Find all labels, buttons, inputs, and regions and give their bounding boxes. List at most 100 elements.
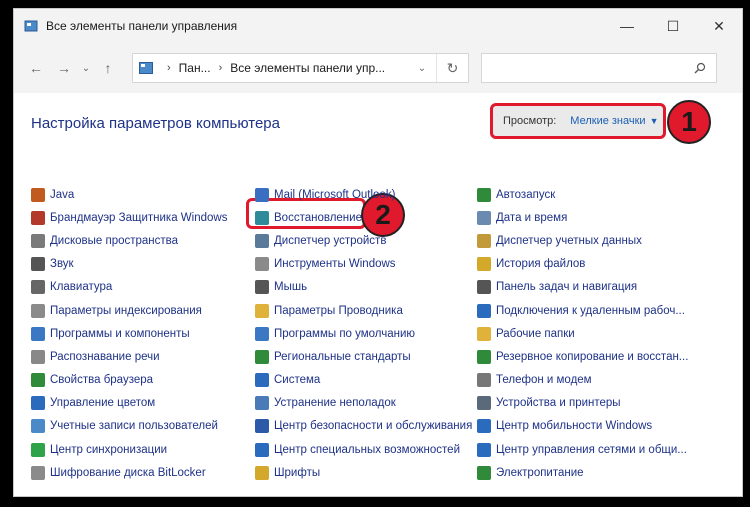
- back-button[interactable]: ←: [22, 54, 50, 82]
- address-dropdown-button[interactable]: ⌄: [408, 63, 436, 74]
- control-panel-item[interactable]: Шифрование диска BitLocker: [31, 461, 227, 484]
- up-button[interactable]: ↑: [94, 54, 122, 82]
- step-badge-1: 1: [667, 100, 711, 144]
- column-2: Mail (Microsoft Outlook) Восстановление Ди…: [255, 183, 472, 484]
- item-label: Устройства и принтеры: [496, 397, 621, 410]
- item-label: Подключения к удаленным рабоч...: [496, 304, 685, 317]
- device-manager-icon: [255, 233, 269, 248]
- view-label: Просмотр:: [503, 115, 557, 127]
- item-label: Электропитание: [496, 466, 584, 479]
- control-panel-item[interactable]: Управление цветом: [31, 392, 227, 415]
- control-panel-item[interactable]: Рабочие папки: [477, 322, 688, 345]
- control-panel-item[interactable]: История файлов: [477, 253, 688, 276]
- control-panel-item[interactable]: Распознавание речи: [31, 345, 227, 368]
- search-input[interactable]: [481, 53, 717, 83]
- firewall-icon: [31, 210, 45, 225]
- tools-icon: [255, 257, 269, 272]
- item-label: Центр безопасности и обслуживания: [274, 420, 473, 433]
- remote-desktop-icon: [477, 303, 491, 318]
- network-icon: [477, 442, 491, 457]
- system-icon: [255, 373, 269, 388]
- file-history-icon: [477, 257, 491, 272]
- item-label: Инструменты Windows: [274, 258, 396, 271]
- mobility-icon: [477, 419, 491, 434]
- breadcrumb-control-panel[interactable]: Пан...: [179, 61, 211, 75]
- control-panel-item[interactable]: Звук: [31, 253, 227, 276]
- control-panel-item[interactable]: Восстановление: [255, 206, 472, 229]
- control-panel-item[interactable]: Программы по умолчанию: [255, 322, 472, 345]
- control-panel-item[interactable]: Электропитание: [477, 461, 688, 484]
- navigation-bar: ← → ⌄ ↑ › Пан... › Все элементы панели у…: [14, 43, 742, 93]
- mouse-icon: [255, 280, 269, 295]
- control-panel-item[interactable]: Центр безопасности и обслуживания: [255, 415, 472, 438]
- control-panel-item[interactable]: Шрифты: [255, 461, 472, 484]
- mail-icon: [255, 187, 269, 202]
- control-panel-item[interactable]: Диспетчер учетных данных: [477, 229, 688, 252]
- view-selector[interactable]: Просмотр: Мелкие значки ▼: [490, 103, 666, 139]
- recent-locations-button[interactable]: ⌄: [78, 54, 94, 82]
- item-label: История файлов: [496, 258, 586, 271]
- item-label: Шифрование диска BitLocker: [50, 466, 206, 479]
- globe-icon: [31, 373, 45, 388]
- item-label: Дисковые пространства: [50, 234, 179, 247]
- bitlocker-icon: [31, 465, 45, 480]
- microphone-icon: [31, 349, 45, 364]
- control-panel-item[interactable]: Региональные стандарты: [255, 345, 472, 368]
- control-panel-item[interactable]: Система: [255, 369, 472, 392]
- breadcrumb-all-items[interactable]: Все элементы панели упр...: [230, 61, 385, 75]
- control-panel-item[interactable]: Центр специальных возможностей: [255, 438, 472, 461]
- work-folders-icon: [477, 326, 491, 341]
- control-panel-item[interactable]: Мышь: [255, 276, 472, 299]
- item-label: Дата и время: [496, 211, 568, 224]
- control-panel-item[interactable]: Дата и время: [477, 206, 688, 229]
- item-label: Система: [274, 374, 321, 387]
- item-label: Диспетчер устройств: [274, 234, 387, 247]
- forward-button[interactable]: →: [50, 54, 78, 82]
- close-button[interactable]: ✕: [696, 9, 742, 43]
- control-panel-item[interactable]: Телефон и модем: [477, 369, 688, 392]
- control-panel-item[interactable]: Устранение неполадок: [255, 392, 472, 415]
- control-panel-item[interactable]: Устройства и принтеры: [477, 392, 688, 415]
- storage-icon: [31, 233, 45, 248]
- item-label: Звук: [50, 258, 74, 271]
- control-panel-icon: [24, 19, 38, 33]
- maximize-button[interactable]: ☐: [650, 9, 696, 43]
- control-panel-item[interactable]: Панель задач и навигация: [477, 276, 688, 299]
- troubleshoot-icon: [255, 396, 269, 411]
- control-panel-item[interactable]: Автозапуск: [477, 183, 688, 206]
- crumb-separator-icon: ›: [218, 62, 223, 74]
- control-panel-item[interactable]: Свойства браузера: [31, 369, 227, 392]
- item-label: Резервное копирование и восстан...: [496, 350, 689, 363]
- control-panel-item[interactable]: Центр мобильности Windows: [477, 415, 688, 438]
- item-label: Программы и компоненты: [50, 327, 190, 340]
- control-panel-item[interactable]: Центр управления сетями и общи...: [477, 438, 688, 461]
- region-icon: [255, 349, 269, 364]
- sync-icon: [31, 442, 45, 457]
- control-panel-item[interactable]: Java: [31, 183, 227, 206]
- item-label: Свойства браузера: [50, 374, 154, 387]
- view-mode-dropdown[interactable]: Мелкие значки: [570, 115, 645, 127]
- security-flag-icon: [255, 419, 269, 434]
- control-panel-item[interactable]: Диспетчер устройств: [255, 229, 472, 252]
- control-panel-item[interactable]: Брандмауэр Защитника Windows: [31, 206, 227, 229]
- item-label: Распознавание речи: [50, 350, 160, 363]
- item-label: Программы по умолчанию: [274, 327, 416, 340]
- control-panel-item[interactable]: Дисковые пространства: [31, 229, 227, 252]
- item-label: Параметры Проводника: [274, 304, 403, 317]
- item-label: Java: [50, 188, 75, 201]
- control-panel-item[interactable]: Учетные записи пользователей: [31, 415, 227, 438]
- control-panel-item[interactable]: Параметры индексирования: [31, 299, 227, 322]
- control-panel-item[interactable]: Подключения к удаленным рабоч...: [477, 299, 688, 322]
- control-panel-item[interactable]: Программы и компоненты: [31, 322, 227, 345]
- control-panel-item[interactable]: Mail (Microsoft Outlook): [255, 183, 472, 206]
- address-field[interactable]: › Пан... › Все элементы панели упр... ⌄ …: [132, 53, 469, 83]
- control-panel-item[interactable]: Резервное копирование и восстан...: [477, 345, 688, 368]
- item-label: Центр синхронизации: [50, 443, 168, 456]
- control-panel-item[interactable]: Параметры Проводника: [255, 299, 472, 322]
- refresh-button[interactable]: ↻: [436, 54, 468, 82]
- control-panel-item[interactable]: Инструменты Windows: [255, 253, 472, 276]
- control-panel-item[interactable]: Центр синхронизации: [31, 438, 227, 461]
- minimize-button[interactable]: —: [604, 9, 650, 43]
- control-panel-item[interactable]: Клавиатура: [31, 276, 227, 299]
- users-icon: [31, 419, 45, 434]
